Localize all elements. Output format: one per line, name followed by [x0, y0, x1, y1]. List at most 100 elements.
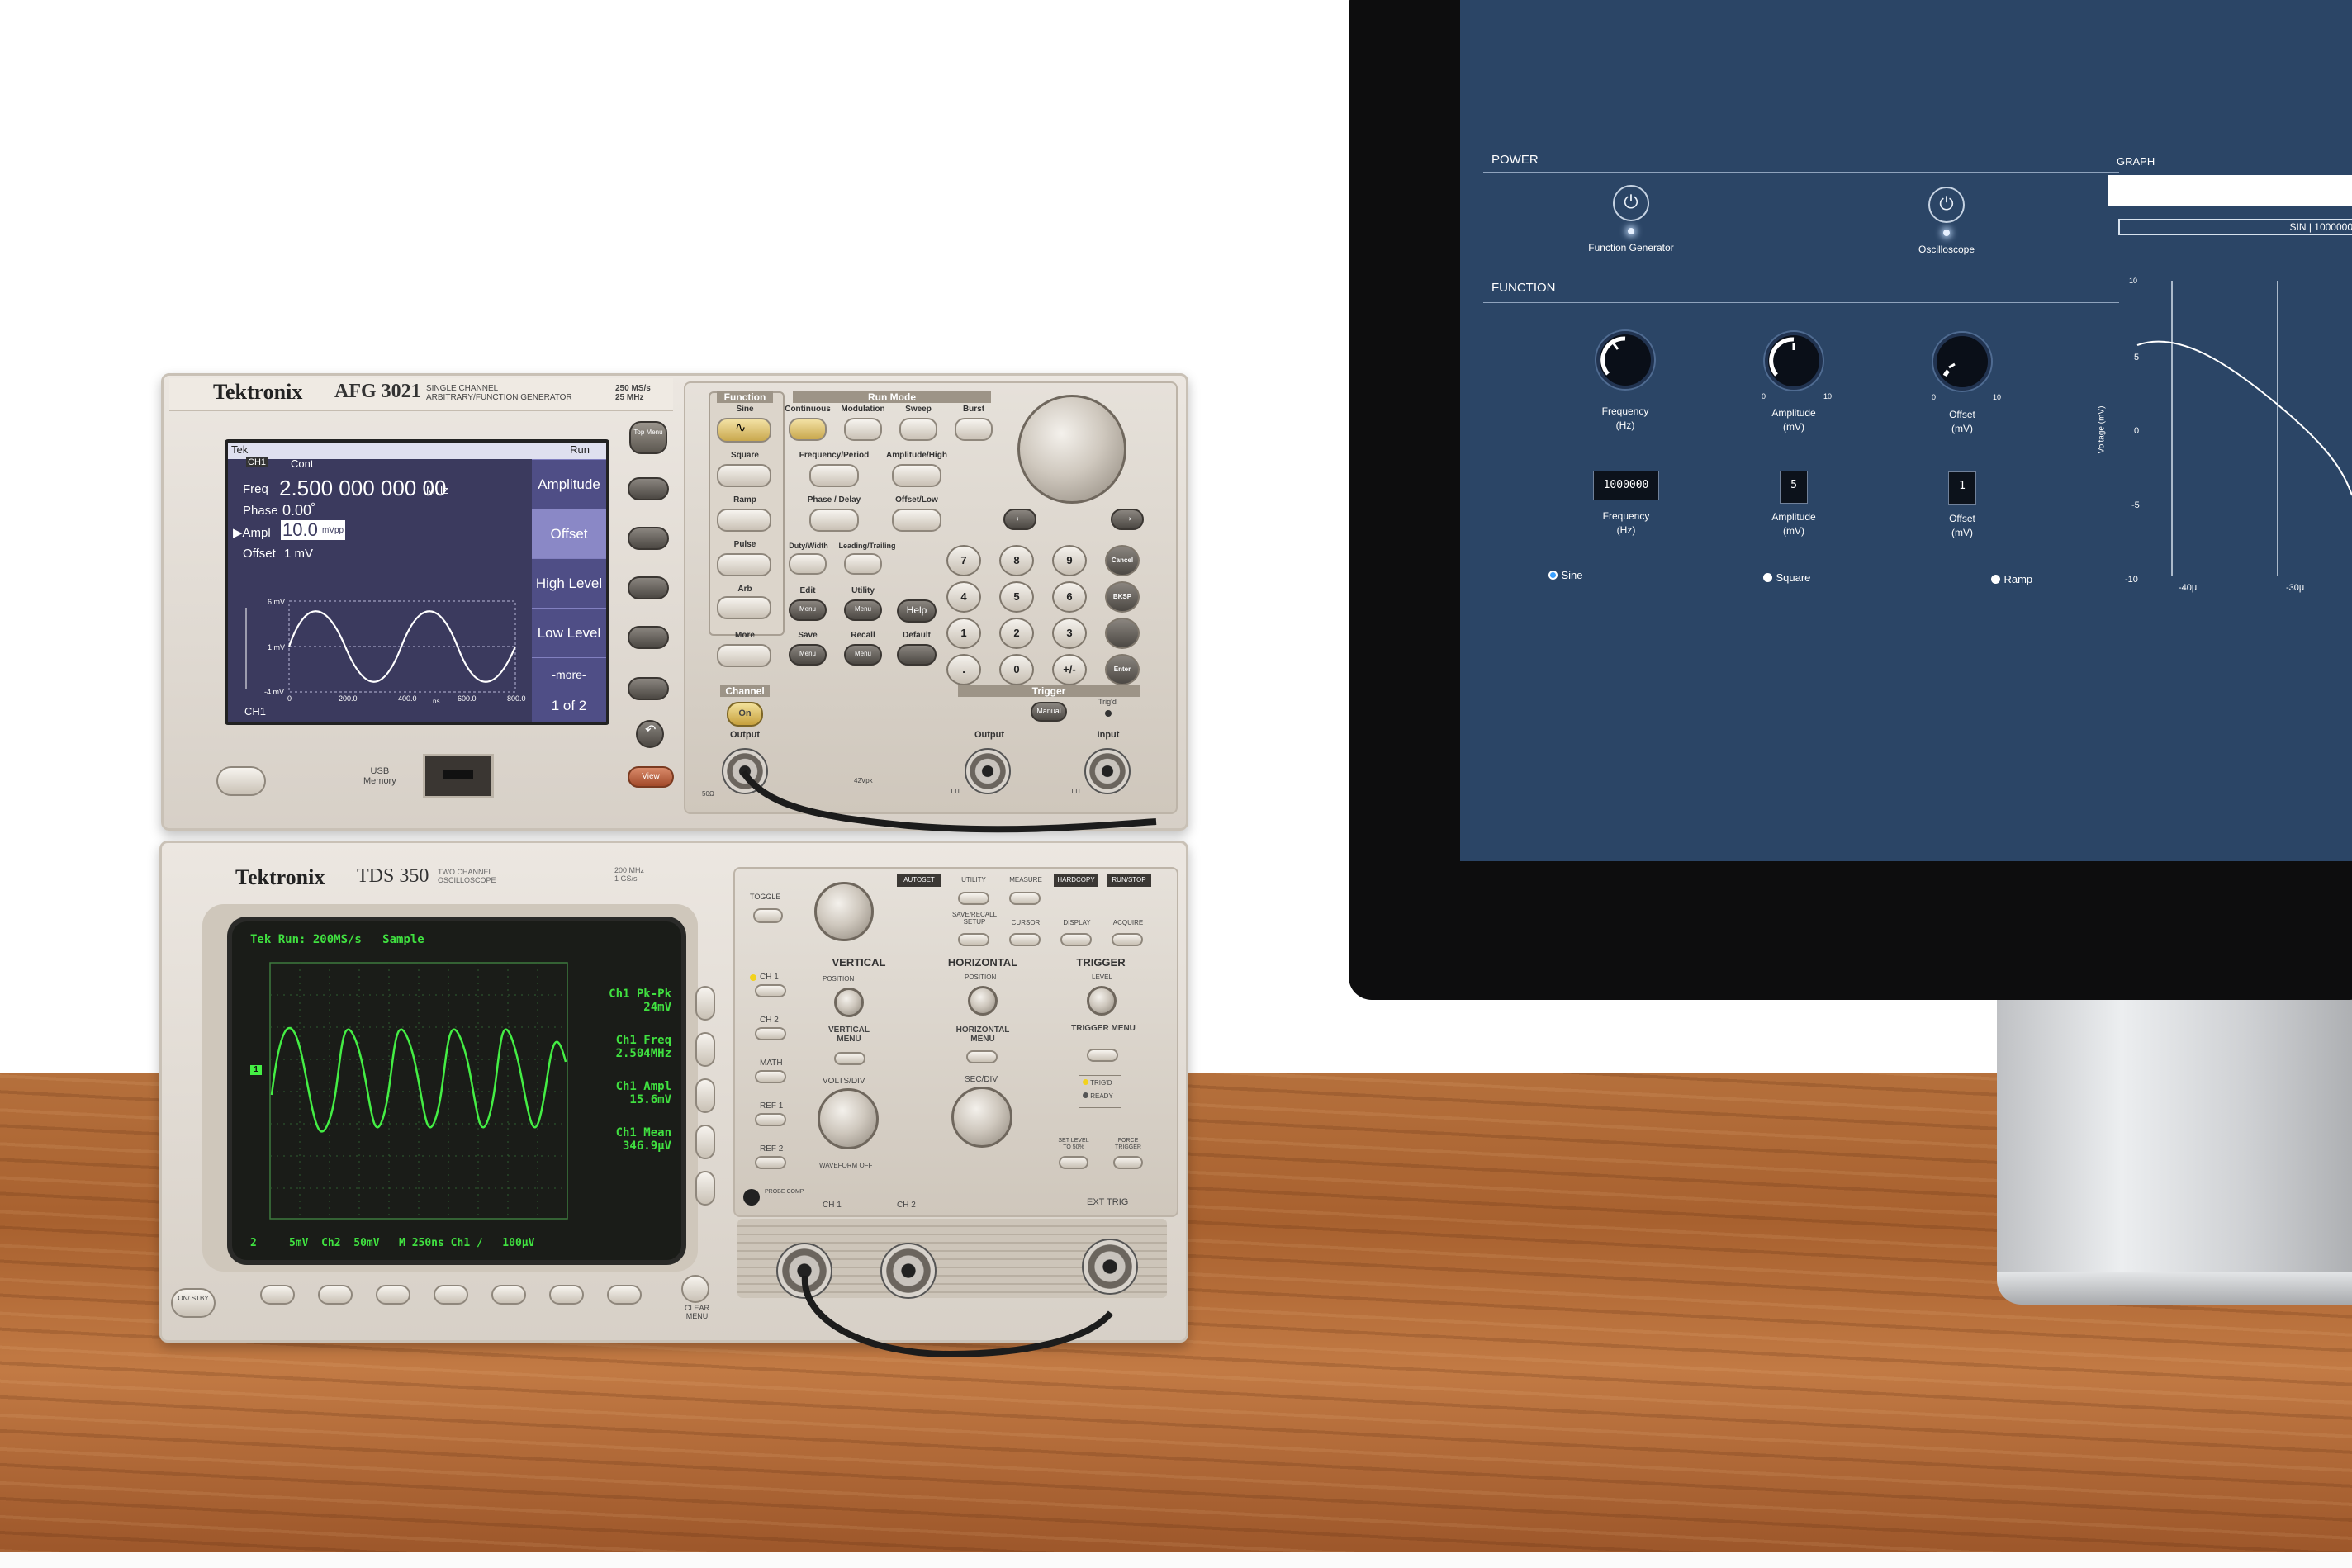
keypad-key[interactable]: 6 [1052, 581, 1087, 613]
volts-div-knob[interactable] [818, 1088, 879, 1149]
keypad-key[interactable]: 0 [999, 654, 1034, 685]
sec-div-knob[interactable] [951, 1087, 1012, 1148]
left-arrow-button[interactable]: ← [1003, 509, 1036, 530]
func-sine-button[interactable]: ∿ [717, 418, 771, 443]
top-menu-button[interactable]: Top Menu [629, 421, 667, 454]
keypad-key[interactable]: 8 [999, 545, 1034, 576]
waveform-option-ramp[interactable]: Ramp [1991, 572, 2032, 587]
horizontal-position-knob[interactable] [968, 986, 998, 1016]
ch2-input-connector[interactable] [880, 1243, 937, 1299]
bezel-button-4[interactable] [628, 626, 669, 649]
channel-on-button[interactable]: On [727, 702, 763, 727]
horizontal-menu-button[interactable] [966, 1050, 998, 1063]
func-square-button[interactable] [717, 464, 771, 487]
amplitude-input[interactable]: 5 [1780, 471, 1808, 504]
view-button[interactable]: View [628, 766, 674, 788]
vertical-menu-button[interactable] [834, 1052, 865, 1065]
menu-button-1[interactable] [260, 1285, 295, 1305]
display-button[interactable] [1060, 933, 1092, 946]
acquire-button[interactable] [1112, 933, 1143, 946]
menu-button-2[interactable] [318, 1285, 353, 1305]
function-generator-power-button[interactable]: ⏻ [1613, 185, 1649, 221]
force-trigger-button[interactable] [1113, 1156, 1143, 1169]
softkey-more[interactable]: -more- [532, 657, 606, 690]
on-stby-button[interactable]: ON/ STBY [171, 1288, 216, 1318]
offset-input[interactable]: 1 [1948, 471, 1976, 505]
scope-side-button-4[interactable] [695, 1125, 715, 1159]
utility-menu-button[interactable]: Menu [844, 599, 882, 621]
keypad-key[interactable]: BKSP [1105, 581, 1140, 613]
keypad-key[interactable]: 4 [946, 581, 981, 613]
bezel-button-2[interactable] [628, 527, 669, 550]
menu-button-7[interactable] [607, 1285, 642, 1305]
softkey-amplitude[interactable]: Amplitude [532, 459, 606, 509]
trig-output-connector[interactable] [965, 748, 1011, 794]
keypad-key[interactable]: Cancel [1105, 545, 1140, 576]
softkey-high-level[interactable]: High Level [532, 558, 606, 608]
keypad-key[interactable]: 1 [946, 618, 981, 649]
frequency-input[interactable]: 1000000 [1593, 471, 1659, 500]
keypad-key[interactable]: 9 [1052, 545, 1087, 576]
ch1-input-connector[interactable] [776, 1243, 832, 1299]
cursor-button[interactable] [1009, 933, 1041, 946]
trigger-menu-button[interactable] [1087, 1049, 1118, 1062]
scope-side-button-3[interactable] [695, 1078, 715, 1113]
recall-menu-button[interactable]: Menu [844, 644, 882, 666]
clear-menu-button[interactable] [681, 1275, 709, 1303]
func-arb-button[interactable] [717, 596, 771, 619]
offset-dial[interactable] [1933, 333, 1991, 391]
duty-width-button[interactable] [789, 553, 827, 575]
utility-button[interactable] [958, 892, 989, 905]
waveform-option-sine[interactable]: Sine [1548, 568, 1582, 583]
bezel-button-1[interactable] [628, 477, 669, 500]
phase-delay-button[interactable] [809, 509, 859, 532]
keypad-key[interactable] [1105, 618, 1140, 649]
func-ramp-button[interactable] [717, 509, 771, 532]
ref2-button[interactable] [755, 1156, 786, 1169]
right-arrow-button[interactable]: → [1111, 509, 1144, 530]
vertical-position-knob[interactable] [834, 988, 864, 1017]
afg-general-knob[interactable] [1017, 395, 1126, 504]
scope-general-knob[interactable] [814, 882, 874, 941]
offset-low-button[interactable] [892, 509, 941, 532]
menu-button-4[interactable] [434, 1285, 468, 1305]
help-button[interactable]: Help [897, 599, 937, 623]
save-menu-button[interactable]: Menu [789, 644, 827, 666]
menu-button-5[interactable] [491, 1285, 526, 1305]
keypad-key[interactable]: . [946, 654, 981, 685]
ch1-button[interactable] [755, 984, 786, 997]
save-recall-button[interactable] [958, 933, 989, 946]
amplitude-dial[interactable] [1765, 332, 1823, 390]
run-burst-button[interactable] [955, 418, 993, 441]
set-level-button[interactable] [1059, 1156, 1088, 1169]
keypad-key[interactable]: 7 [946, 545, 981, 576]
softkey-low-level[interactable]: Low Level [532, 608, 606, 657]
measure-button[interactable] [1009, 892, 1041, 905]
ampl-high-button[interactable] [892, 464, 941, 487]
trigger-level-knob[interactable] [1087, 986, 1117, 1016]
bezel-button-5[interactable] [628, 677, 669, 700]
func-pulse-button[interactable] [717, 553, 771, 576]
scope-side-button-1[interactable] [695, 986, 715, 1021]
ch2-button[interactable] [755, 1027, 786, 1040]
softkey-offset[interactable]: Offset [532, 509, 606, 558]
math-button[interactable] [755, 1070, 786, 1083]
keypad-key[interactable]: Enter [1105, 654, 1140, 685]
keypad-key[interactable]: +/- [1052, 654, 1087, 685]
freq-period-button[interactable] [809, 464, 859, 487]
leading-trailing-button[interactable] [844, 553, 882, 575]
manual-trigger-button[interactable]: Manual [1031, 702, 1067, 722]
keypad-key[interactable]: 3 [1052, 618, 1087, 649]
ref1-button[interactable] [755, 1113, 786, 1126]
func-more-button[interactable] [717, 644, 771, 667]
bezel-button-3[interactable] [628, 576, 669, 599]
return-button[interactable]: ↶ [636, 720, 664, 748]
default-button[interactable] [897, 644, 937, 666]
oscilloscope-power-button[interactable]: ⏻ [1928, 187, 1965, 223]
run-modulation-button[interactable] [844, 418, 882, 441]
autoset-button[interactable]: AUTOSET [897, 874, 941, 887]
waveform-option-square[interactable]: Square [1763, 571, 1810, 585]
afg-output-connector[interactable] [722, 748, 768, 794]
ext-trig-connector[interactable] [1082, 1239, 1138, 1295]
frequency-dial[interactable] [1596, 331, 1654, 389]
